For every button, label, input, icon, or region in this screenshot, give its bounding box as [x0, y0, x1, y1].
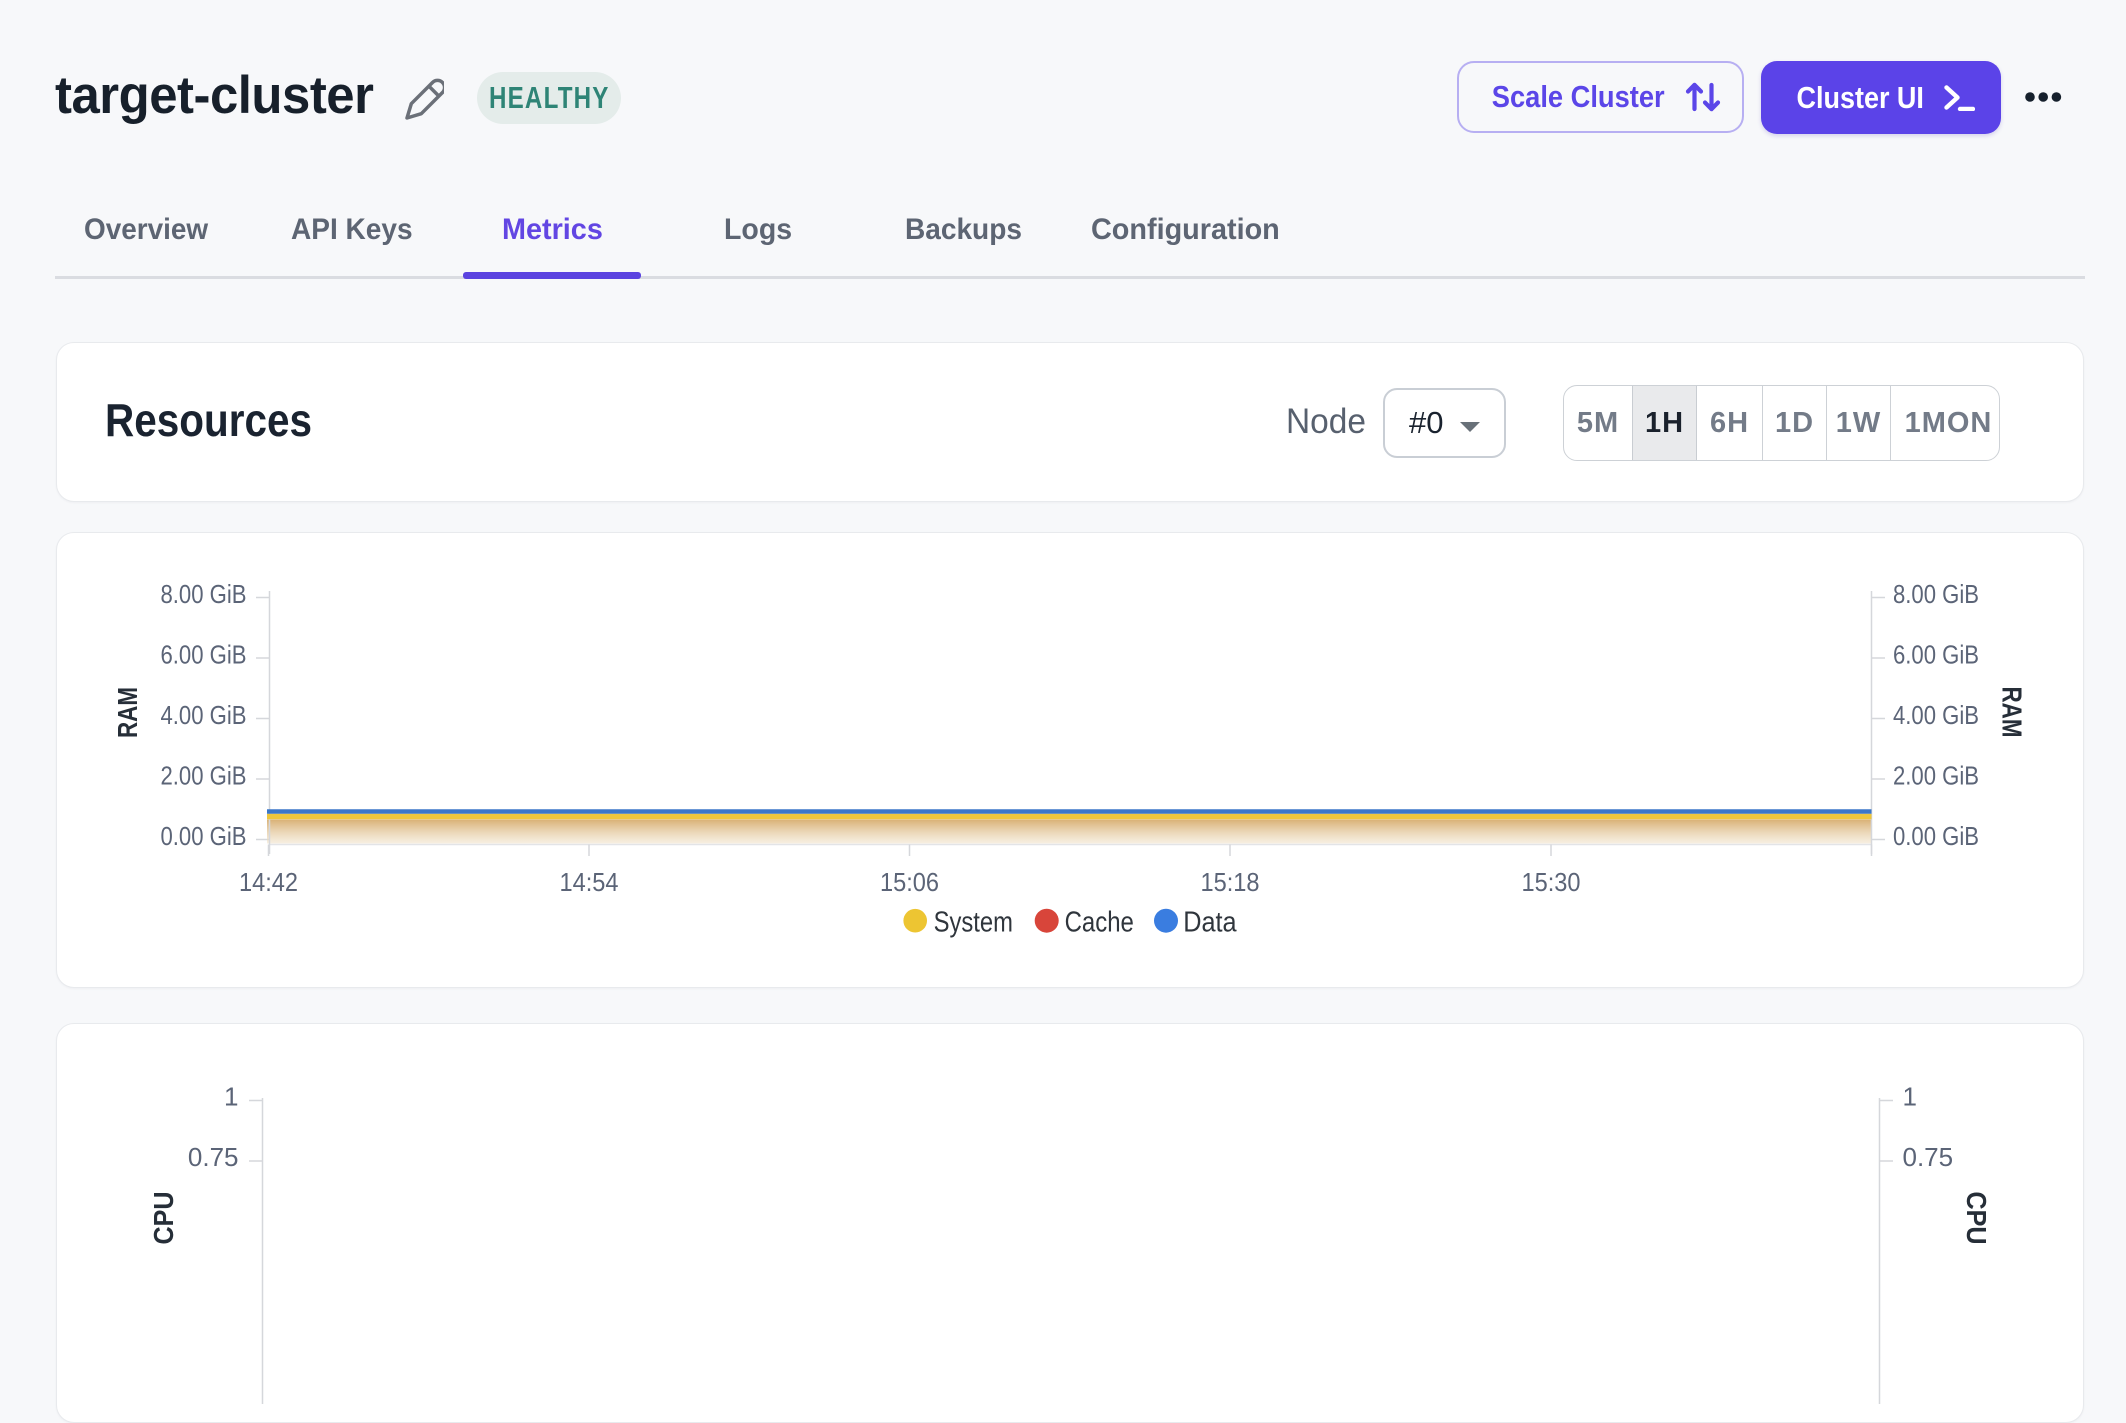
svg-text:0.75: 0.75 [188, 1142, 239, 1172]
svg-text:1: 1 [1903, 1082, 1917, 1112]
svg-text:2.00 GiB: 2.00 GiB [1893, 761, 1979, 791]
svg-text:8.00 GiB: 8.00 GiB [161, 579, 247, 609]
svg-text:4.00 GiB: 4.00 GiB [161, 700, 247, 730]
svg-text:15:30: 15:30 [1522, 867, 1581, 897]
svg-text:6.00 GiB: 6.00 GiB [1893, 640, 1979, 670]
svg-text:RAM: RAM [1997, 687, 2028, 738]
svg-text:14:42: 14:42 [239, 867, 298, 897]
svg-text:RAM: RAM [112, 687, 143, 738]
svg-text:0.75: 0.75 [1903, 1142, 1954, 1172]
svg-text:CPU: CPU [148, 1192, 179, 1245]
svg-text:0.00 GiB: 0.00 GiB [161, 821, 247, 851]
svg-text:15:18: 15:18 [1201, 867, 1260, 897]
svg-text:System: System [934, 907, 1013, 939]
svg-text:CPU: CPU [1961, 1192, 1992, 1245]
svg-text:0.00 GiB: 0.00 GiB [1893, 821, 1979, 851]
svg-text:1: 1 [224, 1082, 238, 1112]
svg-text:6.00 GiB: 6.00 GiB [161, 640, 247, 670]
svg-text:2.00 GiB: 2.00 GiB [161, 761, 247, 791]
svg-text:14:54: 14:54 [560, 867, 619, 897]
svg-text:Cache: Cache [1065, 907, 1134, 939]
svg-text:Data: Data [1183, 907, 1237, 939]
svg-text:15:06: 15:06 [880, 867, 939, 897]
svg-text:8.00 GiB: 8.00 GiB [1893, 579, 1979, 609]
svg-text:4.00 GiB: 4.00 GiB [1893, 700, 1979, 730]
